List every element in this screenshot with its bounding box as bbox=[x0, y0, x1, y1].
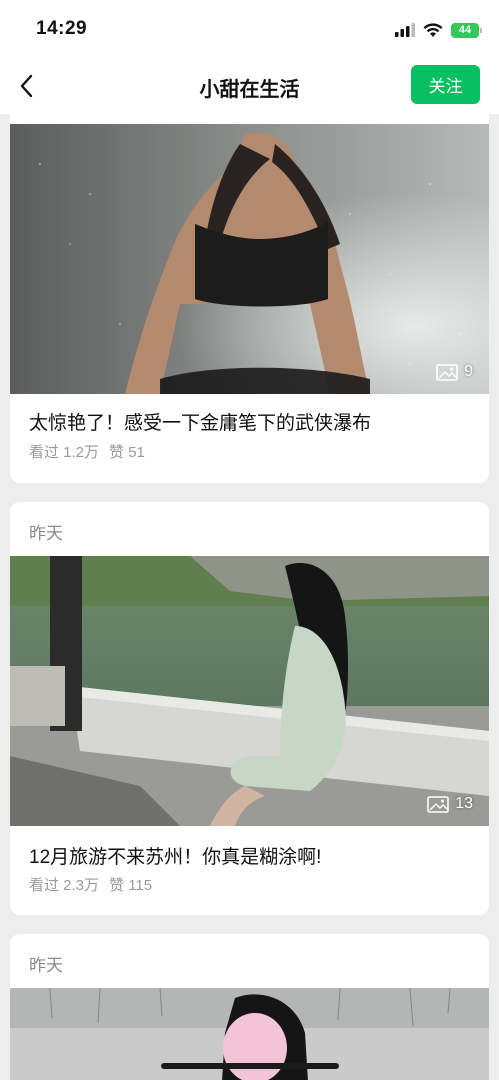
status-icons: 44 bbox=[395, 20, 482, 40]
image-count: 9 bbox=[464, 363, 473, 380]
post-card[interactable]: 昨天 bbox=[10, 934, 489, 1080]
image-icon bbox=[427, 795, 450, 813]
view-count: 看过 2.3万 bbox=[29, 877, 100, 894]
post-title[interactable]: 12月旅游不来苏州！你真是糊涂啊! bbox=[29, 842, 321, 869]
status-bar: 14:29 44 bbox=[0, 0, 499, 60]
post-title[interactable]: 太惊艳了！感受一下金庸笔下的武侠瀑布 bbox=[29, 408, 371, 435]
post-meta: 看过 1.2万赞 51 bbox=[29, 441, 145, 462]
post-date: 昨天 bbox=[29, 956, 63, 975]
image-count-badge: 9 bbox=[436, 363, 473, 381]
image-count-badge: 13 bbox=[427, 795, 473, 813]
post-image[interactable]: 9 bbox=[10, 124, 489, 394]
home-indicator[interactable] bbox=[161, 1063, 339, 1069]
like-count: 赞 51 bbox=[109, 444, 145, 461]
cellular-signal-icon bbox=[395, 23, 415, 37]
post-date: 昨天 bbox=[29, 524, 63, 543]
post-feed[interactable]: 9 太惊艳了！感受一下金庸笔下的武侠瀑布 看过 1.2万赞 51 昨天 13 1… bbox=[0, 114, 499, 1080]
garden-pond-photo bbox=[10, 556, 489, 826]
image-icon bbox=[436, 363, 458, 381]
view-count: 看过 1.2万 bbox=[29, 444, 100, 461]
waterfall-photo bbox=[10, 124, 489, 394]
image-count: 13 bbox=[455, 795, 473, 812]
follow-button[interactable]: 关注 bbox=[411, 65, 480, 104]
post-image[interactable]: 13 bbox=[10, 556, 489, 826]
post-card[interactable]: 9 太惊艳了！感受一下金庸笔下的武侠瀑布 看过 1.2万赞 51 bbox=[10, 114, 489, 483]
status-time: 14:29 bbox=[36, 18, 88, 39]
post-card[interactable]: 昨天 bbox=[10, 502, 489, 915]
wifi-icon bbox=[423, 22, 443, 37]
like-count: 赞 115 bbox=[109, 877, 153, 894]
nav-bar: 小甜在生活 关注 bbox=[0, 60, 499, 114]
battery-icon: 44 bbox=[451, 22, 482, 38]
post-meta: 看过 2.3万赞 115 bbox=[29, 874, 152, 895]
